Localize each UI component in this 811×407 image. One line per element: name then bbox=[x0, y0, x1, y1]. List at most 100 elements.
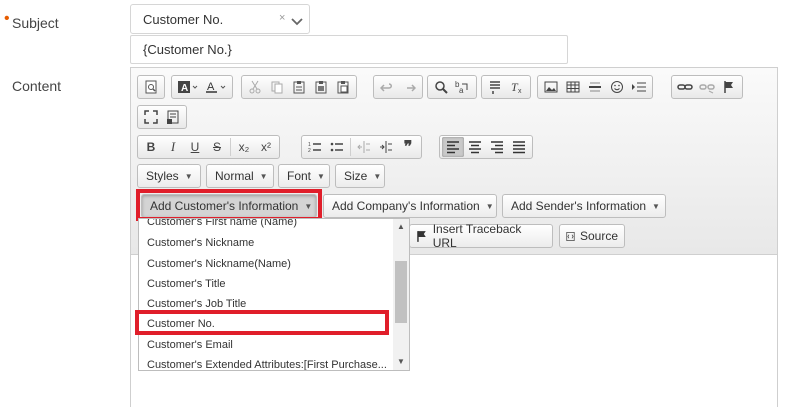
scroll-up-icon[interactable]: ▲ bbox=[393, 219, 409, 235]
indent-list-icon[interactable] bbox=[375, 137, 397, 157]
link-icon[interactable] bbox=[674, 77, 696, 97]
toolbar-group-clipboard bbox=[241, 75, 357, 99]
align-center-icon[interactable] bbox=[464, 137, 486, 157]
scroll-thumb[interactable] bbox=[395, 261, 407, 323]
add-company-info-label: Add Company's Information bbox=[332, 199, 480, 213]
toolbar-group-document bbox=[137, 75, 165, 99]
toolbar-group-align bbox=[439, 135, 533, 159]
paste-word-icon[interactable] bbox=[332, 77, 354, 97]
font-dropdown[interactable]: Font ▼ bbox=[278, 164, 330, 188]
styles-label: Styles bbox=[146, 169, 179, 183]
numbered-list-icon[interactable]: 12 bbox=[304, 137, 326, 157]
anchor-icon[interactable] bbox=[718, 77, 740, 97]
svg-text:a: a bbox=[459, 86, 464, 94]
maximize-icon[interactable] bbox=[140, 107, 162, 127]
toolbar-divider bbox=[350, 138, 351, 156]
superscript-button[interactable]: x² bbox=[255, 137, 277, 157]
toolbar-group-undo bbox=[373, 75, 423, 99]
subject-input[interactable]: {Customer No.} bbox=[130, 35, 568, 64]
dropdown-item[interactable]: Customer's First name (Name) bbox=[147, 219, 392, 228]
align-right-icon[interactable] bbox=[486, 137, 508, 157]
toolbar-group-colors: A A bbox=[171, 75, 233, 99]
svg-text:2: 2 bbox=[308, 148, 311, 154]
dropdown-item[interactable]: Customer's Email bbox=[147, 339, 392, 351]
bulleted-list-icon[interactable] bbox=[326, 137, 348, 157]
add-sender-info-button[interactable]: Add Sender's Information ▼ bbox=[502, 194, 666, 218]
source-code-icon bbox=[566, 231, 575, 241]
subject-variable-select[interactable]: Customer No. × bbox=[130, 4, 310, 34]
subject-label: Subject bbox=[12, 15, 59, 31]
add-sender-info-label: Add Sender's Information bbox=[511, 199, 647, 213]
svg-text:A: A bbox=[207, 81, 215, 93]
chevron-down-icon[interactable] bbox=[291, 15, 303, 29]
add-company-info-button[interactable]: Add Company's Information ▼ bbox=[323, 194, 497, 218]
image-icon[interactable] bbox=[540, 77, 562, 97]
size-label: Size bbox=[344, 169, 368, 183]
show-blocks-icon[interactable] bbox=[162, 107, 184, 127]
align-justify-icon[interactable] bbox=[508, 137, 530, 157]
insert-block-icon[interactable] bbox=[484, 77, 506, 97]
styles-dropdown[interactable]: Styles ▼ bbox=[137, 164, 201, 188]
caret-down-icon: ▼ bbox=[652, 201, 660, 211]
caret-down-icon: ▼ bbox=[485, 201, 494, 211]
replace-icon[interactable]: ba bbox=[452, 77, 474, 97]
size-dropdown[interactable]: Size ▼ bbox=[335, 164, 385, 188]
dropdown-scrollbar[interactable]: ▲ ▼ bbox=[393, 219, 409, 370]
copy-icon[interactable] bbox=[266, 77, 288, 97]
dropdown-item[interactable]: Customer's Title bbox=[147, 278, 392, 290]
cut-icon[interactable] bbox=[244, 77, 266, 97]
align-left-icon[interactable] bbox=[442, 137, 464, 157]
horizontal-rule-icon[interactable] bbox=[584, 77, 606, 97]
format-label: Normal bbox=[215, 169, 254, 183]
preview-icon[interactable] bbox=[140, 77, 162, 97]
remove-format-icon[interactable]: Tx bbox=[506, 77, 528, 97]
toolbar-group-basic-styles: B I U S x₂ x² bbox=[137, 135, 280, 159]
paste-icon[interactable] bbox=[288, 77, 310, 97]
subject-select-value: Customer No. bbox=[143, 12, 224, 27]
dropdown-item[interactable]: Customer's Job Title bbox=[147, 298, 392, 310]
bold-button[interactable]: B bbox=[140, 137, 162, 157]
svg-text:A: A bbox=[181, 83, 188, 94]
redo-icon[interactable] bbox=[398, 77, 420, 97]
dropdown-item[interactable]: Customer's Nickname bbox=[147, 237, 392, 249]
caret-down-icon: ▼ bbox=[259, 171, 268, 181]
outdent-icon[interactable] bbox=[353, 137, 375, 157]
strike-button[interactable]: S bbox=[206, 137, 228, 157]
caret-down-icon: ▼ bbox=[373, 171, 382, 181]
smiley-icon[interactable] bbox=[606, 77, 628, 97]
paste-text-icon[interactable] bbox=[310, 77, 332, 97]
source-button[interactable]: Source bbox=[559, 224, 625, 248]
svg-text:x: x bbox=[518, 88, 522, 94]
table-icon[interactable] bbox=[562, 77, 584, 97]
underline-button[interactable]: U bbox=[184, 137, 206, 157]
flag-icon bbox=[417, 230, 426, 242]
find-icon[interactable] bbox=[430, 77, 452, 97]
toolbar-group-lists: 12 ❞ bbox=[301, 135, 422, 159]
add-customer-info-button[interactable]: Add Customer's Information ▼ bbox=[141, 194, 317, 218]
text-color-icon[interactable]: A bbox=[174, 77, 202, 97]
add-customer-info-label: Add Customer's Information bbox=[150, 199, 299, 213]
undo-icon[interactable] bbox=[376, 77, 398, 97]
unlink-icon[interactable] bbox=[696, 77, 718, 97]
format-dropdown[interactable]: Normal ▼ bbox=[206, 164, 274, 188]
insert-traceback-url-label: Insert Traceback URL bbox=[432, 222, 522, 250]
subject-input-value: {Customer No.} bbox=[143, 42, 232, 57]
customer-info-dropdown[interactable]: Customer's First name (Name) Customer's … bbox=[138, 218, 410, 371]
scroll-down-icon[interactable]: ▼ bbox=[393, 354, 409, 370]
italic-button[interactable]: I bbox=[162, 137, 184, 157]
clear-icon[interactable]: × bbox=[279, 12, 285, 24]
blockquote-icon[interactable]: ❞ bbox=[397, 137, 419, 157]
subscript-button[interactable]: x₂ bbox=[233, 137, 255, 157]
caret-down-icon: ▼ bbox=[317, 171, 325, 181]
font-label: Font bbox=[287, 169, 312, 183]
insert-traceback-url-button[interactable]: Insert Traceback URL bbox=[409, 222, 553, 250]
indent-icon[interactable] bbox=[628, 77, 650, 97]
dropdown-item-selected[interactable]: Customer No. bbox=[147, 318, 392, 330]
bg-color-icon[interactable]: A bbox=[202, 77, 230, 97]
content-label: Content bbox=[12, 78, 62, 94]
required-marker: • bbox=[4, 10, 10, 27]
dropdown-item[interactable]: Customer's Extended Attributes:[First Pu… bbox=[147, 359, 392, 370]
toolbar-group-link bbox=[671, 75, 743, 99]
dropdown-item[interactable]: Customer's Nickname(Name) bbox=[147, 258, 392, 270]
source-label: Source bbox=[579, 229, 618, 243]
